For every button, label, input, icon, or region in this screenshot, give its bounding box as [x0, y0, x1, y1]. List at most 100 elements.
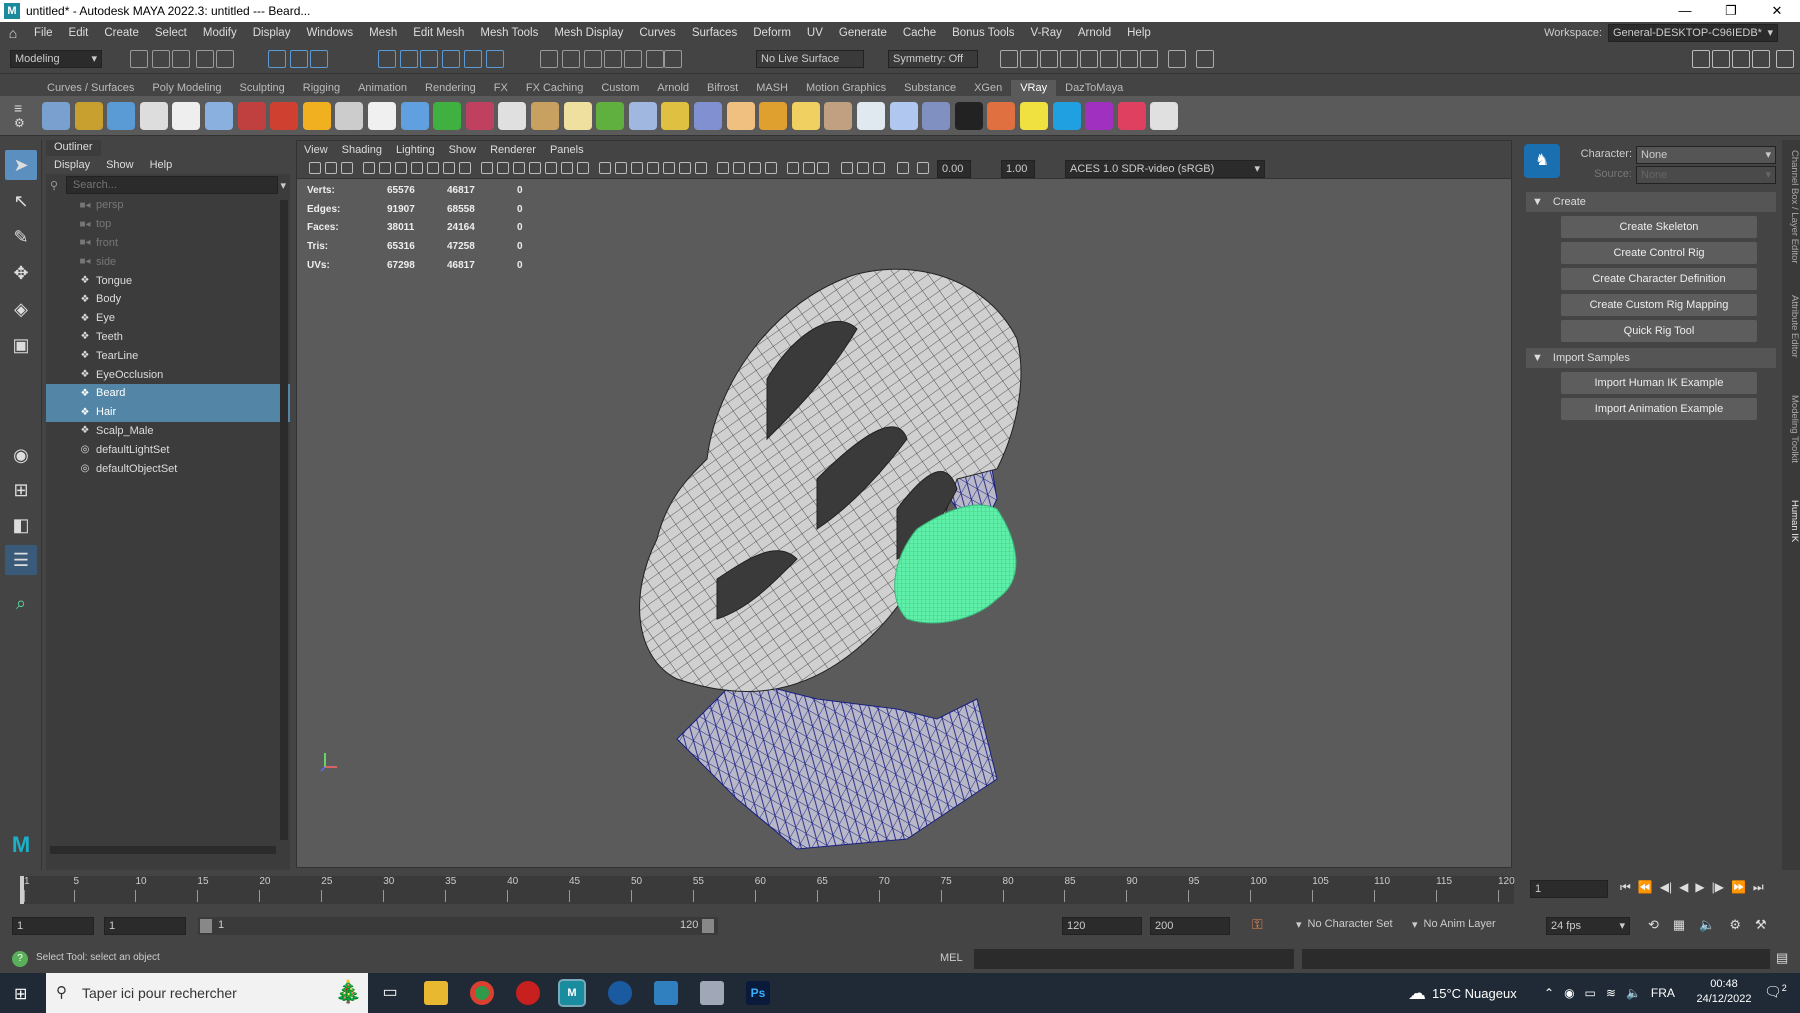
viewport-tool-icon[interactable] [787, 162, 799, 174]
outliner-item-scalp-male[interactable]: ❖ Scalp_Male [46, 422, 290, 441]
outliner-layout-icon[interactable]: ☰ [5, 545, 37, 575]
shelf-tab-fx-caching[interactable]: FX Caching [517, 80, 592, 96]
range-slider-bar[interactable]: 1 120 [198, 917, 718, 935]
human-ik-tab[interactable]: Human IK [1782, 500, 1800, 560]
menu-arnold[interactable]: Arnold [1070, 27, 1119, 39]
viewport-tool-icon[interactable] [733, 162, 745, 174]
statusline-tool-icon[interactable] [646, 50, 664, 68]
shelf-tool-icon[interactable] [139, 102, 168, 130]
current-frame-field[interactable]: 1 [1530, 880, 1608, 898]
viewport-tool-icon[interactable] [663, 162, 675, 174]
statusline-tool-icon[interactable] [562, 50, 580, 68]
shelf-tab-vray[interactable]: VRay [1011, 80, 1057, 96]
shelf-tool-icon[interactable] [1052, 102, 1081, 130]
modeling-toolkit-tab[interactable]: Modeling Toolkit [1782, 395, 1800, 485]
statusline-tool-icon[interactable] [584, 50, 602, 68]
end-time-field[interactable]: 200 [1150, 917, 1230, 935]
shelf-tool-icon[interactable] [791, 102, 820, 130]
shelf-tool-icon[interactable] [107, 102, 136, 130]
shelf-tool-icon[interactable] [335, 102, 364, 130]
workspace-select[interactable]: General-DESKTOP-C96IEDB* ▾ [1608, 24, 1778, 42]
outliner-item-top[interactable]: ■◂ top [46, 215, 290, 234]
statusline-tool-icon[interactable] [604, 50, 622, 68]
preferences-icon[interactable]: ⚒ [1755, 917, 1767, 933]
color-space-select[interactable]: ACES 1.0 SDR-video (sRGB) ▾ [1065, 160, 1265, 178]
viewport-menu-renderer[interactable]: Renderer [483, 144, 543, 156]
shelf-tab-mash[interactable]: MASH [747, 80, 797, 96]
shelf-tab-motion-graphics[interactable]: Motion Graphics [797, 80, 895, 96]
shelf-tool-icon[interactable] [694, 102, 722, 130]
play-forward-icon[interactable]: ▶ [1695, 880, 1704, 895]
shelf-tool-icon[interactable] [824, 102, 853, 130]
panel-toggle-icon[interactable] [1712, 50, 1730, 68]
viewport-tool-icon[interactable] [497, 162, 509, 174]
shelf-menu-icon[interactable]: ≡ [14, 100, 22, 116]
shelf-tab-rendering[interactable]: Rendering [416, 80, 485, 96]
outliner-item-tongue[interactable]: ❖ Tongue [46, 271, 290, 290]
search-icon[interactable]: ⌕ [5, 588, 37, 618]
menu-cache[interactable]: Cache [895, 27, 944, 39]
shelf-tab-rigging[interactable]: Rigging [294, 80, 349, 96]
anim-layer-select[interactable]: ▾ No Anim Layer [1412, 918, 1496, 931]
statusline-tool-icon[interactable] [130, 50, 148, 68]
script-language[interactable]: MEL [940, 952, 963, 964]
viewport-tool-icon[interactable] [443, 162, 455, 174]
time-slider-track[interactable]: 1 5 10 15 20 25 30 35 40 45 50 55 60 65 70 75 80 85 90 95 10… [20, 876, 1515, 904]
viewport-tool-icon[interactable] [917, 162, 929, 174]
outliner-item-defaultlightset[interactable]: ◎ defaultLightSet [46, 440, 290, 459]
range-start-handle[interactable] [200, 919, 212, 933]
viewport-menu-lighting[interactable]: Lighting [389, 144, 442, 156]
playback-start-field[interactable]: 1 [104, 917, 186, 935]
select-tool-icon[interactable]: ➤ [5, 150, 37, 180]
viewport-menu-panels[interactable]: Panels [543, 144, 591, 156]
menu-set-select[interactable]: Modeling ▾ [10, 50, 102, 68]
shelf-tool-icon[interactable] [205, 102, 233, 130]
menu-windows[interactable]: Windows [298, 27, 361, 39]
panel-toggle-icon[interactable] [1732, 50, 1750, 68]
character-set-select[interactable]: ▾ No Character Set [1296, 918, 1393, 931]
outliner-item-eyeocclusion[interactable]: ❖ EyeOcclusion [46, 365, 290, 384]
go-to-end-icon[interactable]: ⏭ [1753, 880, 1764, 895]
clock[interactable]: 00:48 24/12/2022 [1696, 977, 1752, 1007]
chevron-up-icon[interactable]: ⌃ [1544, 986, 1554, 1000]
menu-create[interactable]: Create [96, 27, 147, 39]
volume-icon[interactable]: 🔈 [1626, 986, 1641, 1000]
minimize-button[interactable]: — [1662, 0, 1708, 22]
viewport-tool-icon[interactable] [395, 162, 407, 174]
viewport-tool-icon[interactable] [857, 162, 869, 174]
photoshop-icon[interactable]: Ps [746, 981, 770, 1005]
outliner-item-teeth[interactable]: ❖ Teeth [46, 328, 290, 347]
app-c-icon[interactable] [608, 981, 632, 1005]
menu-generate[interactable]: Generate [831, 27, 895, 39]
menu-uv[interactable]: UV [799, 27, 831, 39]
viewport-tool-icon[interactable] [817, 162, 829, 174]
shelf-gear-icon[interactable]: ⚙ [14, 116, 25, 130]
render-tool-icon[interactable] [1020, 50, 1038, 68]
statusline-tool-icon[interactable] [664, 50, 682, 68]
step-forward-key-icon[interactable]: ⏩ [1731, 880, 1746, 895]
viewport-tool-icon[interactable] [695, 162, 707, 174]
panel-toggle-icon[interactable] [1776, 50, 1794, 68]
statusline-tool-icon[interactable] [268, 50, 286, 68]
shelf-tool-icon[interactable] [237, 102, 266, 130]
shelf-tool-icon[interactable] [531, 102, 559, 130]
home-icon[interactable]: ⌂ [0, 25, 26, 41]
shelf-tool-icon[interactable] [172, 102, 201, 130]
shelf-tool-icon[interactable] [857, 102, 885, 130]
shelf-tool-icon[interactable] [628, 102, 657, 130]
hik-character-icon[interactable]: ♞ [1524, 144, 1560, 178]
weather-text[interactable]: 15°C Nuageux [1432, 986, 1517, 1001]
shelf-tool-icon[interactable] [596, 102, 625, 130]
wifi-icon[interactable]: ≋ [1606, 986, 1616, 1000]
step-forward-frame-icon[interactable]: |▶ [1712, 880, 1724, 895]
outliner-search-input[interactable] [65, 176, 279, 194]
record-icon[interactable]: ◉ [1564, 986, 1574, 1000]
shelf-tab-xgen[interactable]: XGen [965, 80, 1011, 96]
menu-edit[interactable]: Edit [61, 27, 97, 39]
render-tool-icon[interactable] [1100, 50, 1118, 68]
render-tool-icon[interactable] [1040, 50, 1058, 68]
taskbar-search[interactable]: ⚲ Taper ici pour rechercher 🎄 [46, 973, 368, 1013]
step-back-frame-icon[interactable]: ◀| [1660, 880, 1672, 895]
command-input[interactable] [974, 949, 1294, 969]
maya-taskbar-icon[interactable]: M [558, 979, 586, 1007]
